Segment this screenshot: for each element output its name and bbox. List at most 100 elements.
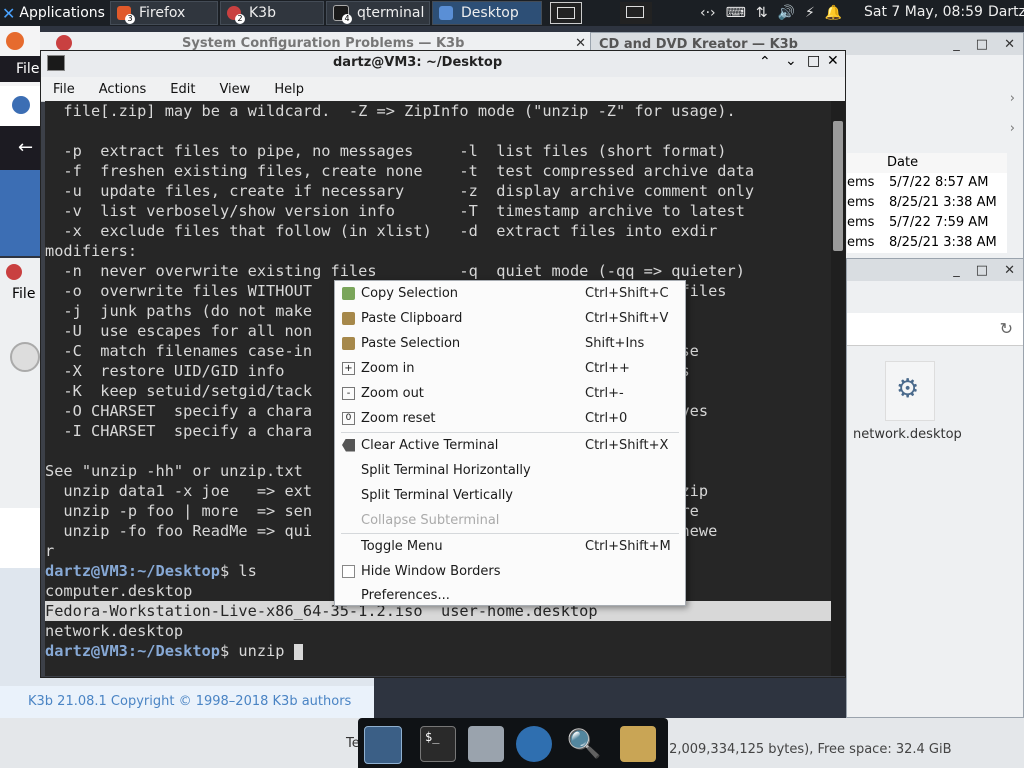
menu-edit[interactable]: Edit <box>158 82 207 97</box>
web-browser-icon[interactable] <box>516 726 552 762</box>
applications-label: Applications <box>19 5 105 21</box>
paste-icon <box>342 311 355 325</box>
terminal-titlebar[interactable]: dartz@VM3: ~/Desktop ⌃ ⌄ □ ✕ <box>41 51 845 77</box>
terminal-context-menu: Copy Selection Ctrl+Shift+C Paste Clipboa… <box>334 280 686 606</box>
network-desktop-label[interactable]: network.desktop <box>853 427 962 442</box>
terminal-launcher-icon[interactable]: $_ <box>420 726 456 762</box>
close-icon[interactable]: ✕ <box>1004 263 1015 278</box>
firefox-icon: 3 <box>117 6 135 24</box>
menu-item-split-vertically[interactable]: Split Terminal Vertically <box>335 483 685 507</box>
restore-icon[interactable]: ⌄ <box>785 53 797 69</box>
k3b-main-window-edge: File K3b 21.08.1 Copyright © 1998–2018 K… <box>0 258 374 718</box>
list-item[interactable]: ems 5/7/22 7:59 AM <box>847 215 988 230</box>
workspace-2-button[interactable] <box>620 2 652 24</box>
clear-icon <box>342 438 355 452</box>
free-space-status: (2,009,334,125 bytes), Free space: 32.4 … <box>664 742 952 757</box>
text-cursor <box>293 643 303 660</box>
show-desktop-icon[interactable] <box>364 726 402 764</box>
menu-item-split-horizontally[interactable]: Split Terminal Horizontally <box>335 458 685 482</box>
bottom-dock: $_ 🔍 <box>358 718 668 768</box>
terminal-thumb-icon <box>626 6 644 18</box>
reload-icon[interactable]: ↻ <box>1000 319 1013 338</box>
workspace-1-button[interactable] <box>550 2 582 24</box>
menu-help[interactable]: Help <box>262 82 316 97</box>
menu-item-zoom-out[interactable]: - Zoom out Ctrl+- <box>335 381 685 405</box>
location-bar[interactable]: ↻ <box>847 313 1023 346</box>
checkbox-icon[interactable] <box>342 564 355 578</box>
menu-item-paste-selection[interactable]: Paste Selection Shift+Ins <box>335 331 685 355</box>
menu-item-copy-selection[interactable]: Copy Selection Ctrl+Shift+C <box>335 281 685 305</box>
menu-item-preferences[interactable]: Preferences... <box>335 583 685 607</box>
xfce-logo-icon: ✕ <box>2 3 16 23</box>
file-list: ems 5/7/22 8:57 AM ems 8/25/21 3:38 AM ems… <box>847 173 1007 253</box>
menu-item-zoom-reset[interactable]: 0 Zoom reset Ctrl+0 <box>335 406 685 430</box>
taskbar-firefox[interactable]: 3 Firefox <box>110 1 218 25</box>
taskbar-k3b[interactable]: 2 K3b <box>220 1 324 25</box>
maximize-icon[interactable]: □ <box>976 37 988 52</box>
taskbar-desktop[interactable]: Desktop <box>432 1 542 25</box>
menu-item-clear-active-terminal[interactable]: Clear Active Terminal Ctrl+Shift+X <box>335 433 685 457</box>
menu-item-toggle-menu[interactable]: Toggle Menu Ctrl+Shift+M <box>335 534 685 558</box>
menu-item-paste-clipboard[interactable]: Paste Clipboard Ctrl+Shift+V <box>335 306 685 330</box>
chevron-right-icon[interactable]: › <box>1010 121 1015 136</box>
zoom-in-icon: + <box>342 361 355 375</box>
window-title: System Configuration Problems — K3b <box>182 35 465 51</box>
disc-icon[interactable] <box>10 342 40 372</box>
clock[interactable]: Sat 7 May, 08:59 <box>864 4 983 20</box>
back-button[interactable]: ← <box>0 126 40 170</box>
terminal-thumb-icon <box>557 7 575 19</box>
minimize-icon[interactable]: _ <box>953 263 960 278</box>
menu-item-zoom-in[interactable]: + Zoom in Ctrl++ <box>335 356 685 380</box>
notifications-icon[interactable]: 🔔 <box>825 5 842 21</box>
volume-icon[interactable]: 🔊 <box>778 5 795 21</box>
menu-actions[interactable]: Actions <box>87 82 159 97</box>
updates-icon[interactable]: ⇅ <box>756 5 768 21</box>
desktop-folder-window: _ □ ✕ ↻ ⚙ network.desktop <box>846 258 1024 718</box>
k3b-icon: 2 <box>227 6 245 24</box>
minimize-icon[interactable]: ⌃ <box>759 54 771 70</box>
terminal-line: modifiers: <box>45 242 138 260</box>
maximize-icon[interactable]: □ <box>976 263 988 278</box>
terminal-prompt-line: dartz@VM3:~/Desktop$ unzip <box>45 641 831 661</box>
terminal-line: -x exclude files that follow (in xlist) … <box>45 222 718 240</box>
close-icon[interactable]: ✕ <box>1004 37 1015 52</box>
terminal-line: -v list verbosely/show version info -T t… <box>45 202 745 220</box>
window-title: dartz@VM3: ~/Desktop <box>333 55 503 70</box>
chevron-right-icon[interactable]: › <box>1010 91 1015 106</box>
terminal-menubar: File Actions Edit View Help <box>41 77 845 102</box>
maximize-icon[interactable]: □ <box>807 53 820 69</box>
k3b-icon <box>6 264 22 280</box>
close-icon[interactable]: ✕ <box>827 53 839 69</box>
pane-strip-2: › <box>847 121 1023 141</box>
list-item[interactable]: ems 8/25/21 3:38 AM <box>847 235 997 250</box>
user-menu[interactable]: Dartz <box>988 4 1024 20</box>
list-item[interactable]: ems 5/7/22 8:57 AM <box>847 175 988 190</box>
terminal-line: -f freshen existing files, create none -… <box>45 162 755 180</box>
menu-item-hide-window-borders[interactable]: Hide Window Borders <box>335 559 685 583</box>
list-item[interactable]: ems 8/25/21 3:38 AM <box>847 195 997 210</box>
firefox-window-edge: File ← <box>0 26 40 256</box>
welcome-panel <box>0 508 40 568</box>
date-column-header[interactable]: Date <box>887 155 918 170</box>
network-icon[interactable]: ‹·› <box>700 5 716 21</box>
power-icon[interactable]: ⚡ <box>805 5 815 21</box>
taskbar-qterminal[interactable]: 4 qterminal <box>326 1 430 25</box>
menu-view[interactable]: View <box>207 82 262 97</box>
keyboard-icon[interactable]: ⌨ <box>726 5 746 21</box>
home-folder-icon[interactable] <box>468 726 504 762</box>
close-icon[interactable]: ✕ <box>575 36 586 51</box>
firefox-icon[interactable] <box>6 32 24 50</box>
terminal-line: file[.zip] may be a wildcard. -Z => ZipI… <box>45 102 736 120</box>
menu-file[interactable]: File <box>41 82 87 97</box>
firefox-menu-file[interactable]: File <box>0 56 40 82</box>
file-manager-icon[interactable] <box>620 726 656 762</box>
k3b-menu-file[interactable]: File <box>12 286 35 302</box>
fedora-icon[interactable] <box>12 96 30 114</box>
scrollbar-thumb[interactable] <box>833 121 843 251</box>
applications-menu-button[interactable]: ✕ Applications <box>2 2 105 24</box>
search-icon[interactable]: 🔍 <box>566 726 602 762</box>
paste-icon <box>342 336 355 350</box>
minimize-icon[interactable]: _ <box>953 37 960 52</box>
zoom-out-icon: - <box>342 386 355 400</box>
network-desktop-file-icon[interactable]: ⚙ <box>885 361 935 421</box>
